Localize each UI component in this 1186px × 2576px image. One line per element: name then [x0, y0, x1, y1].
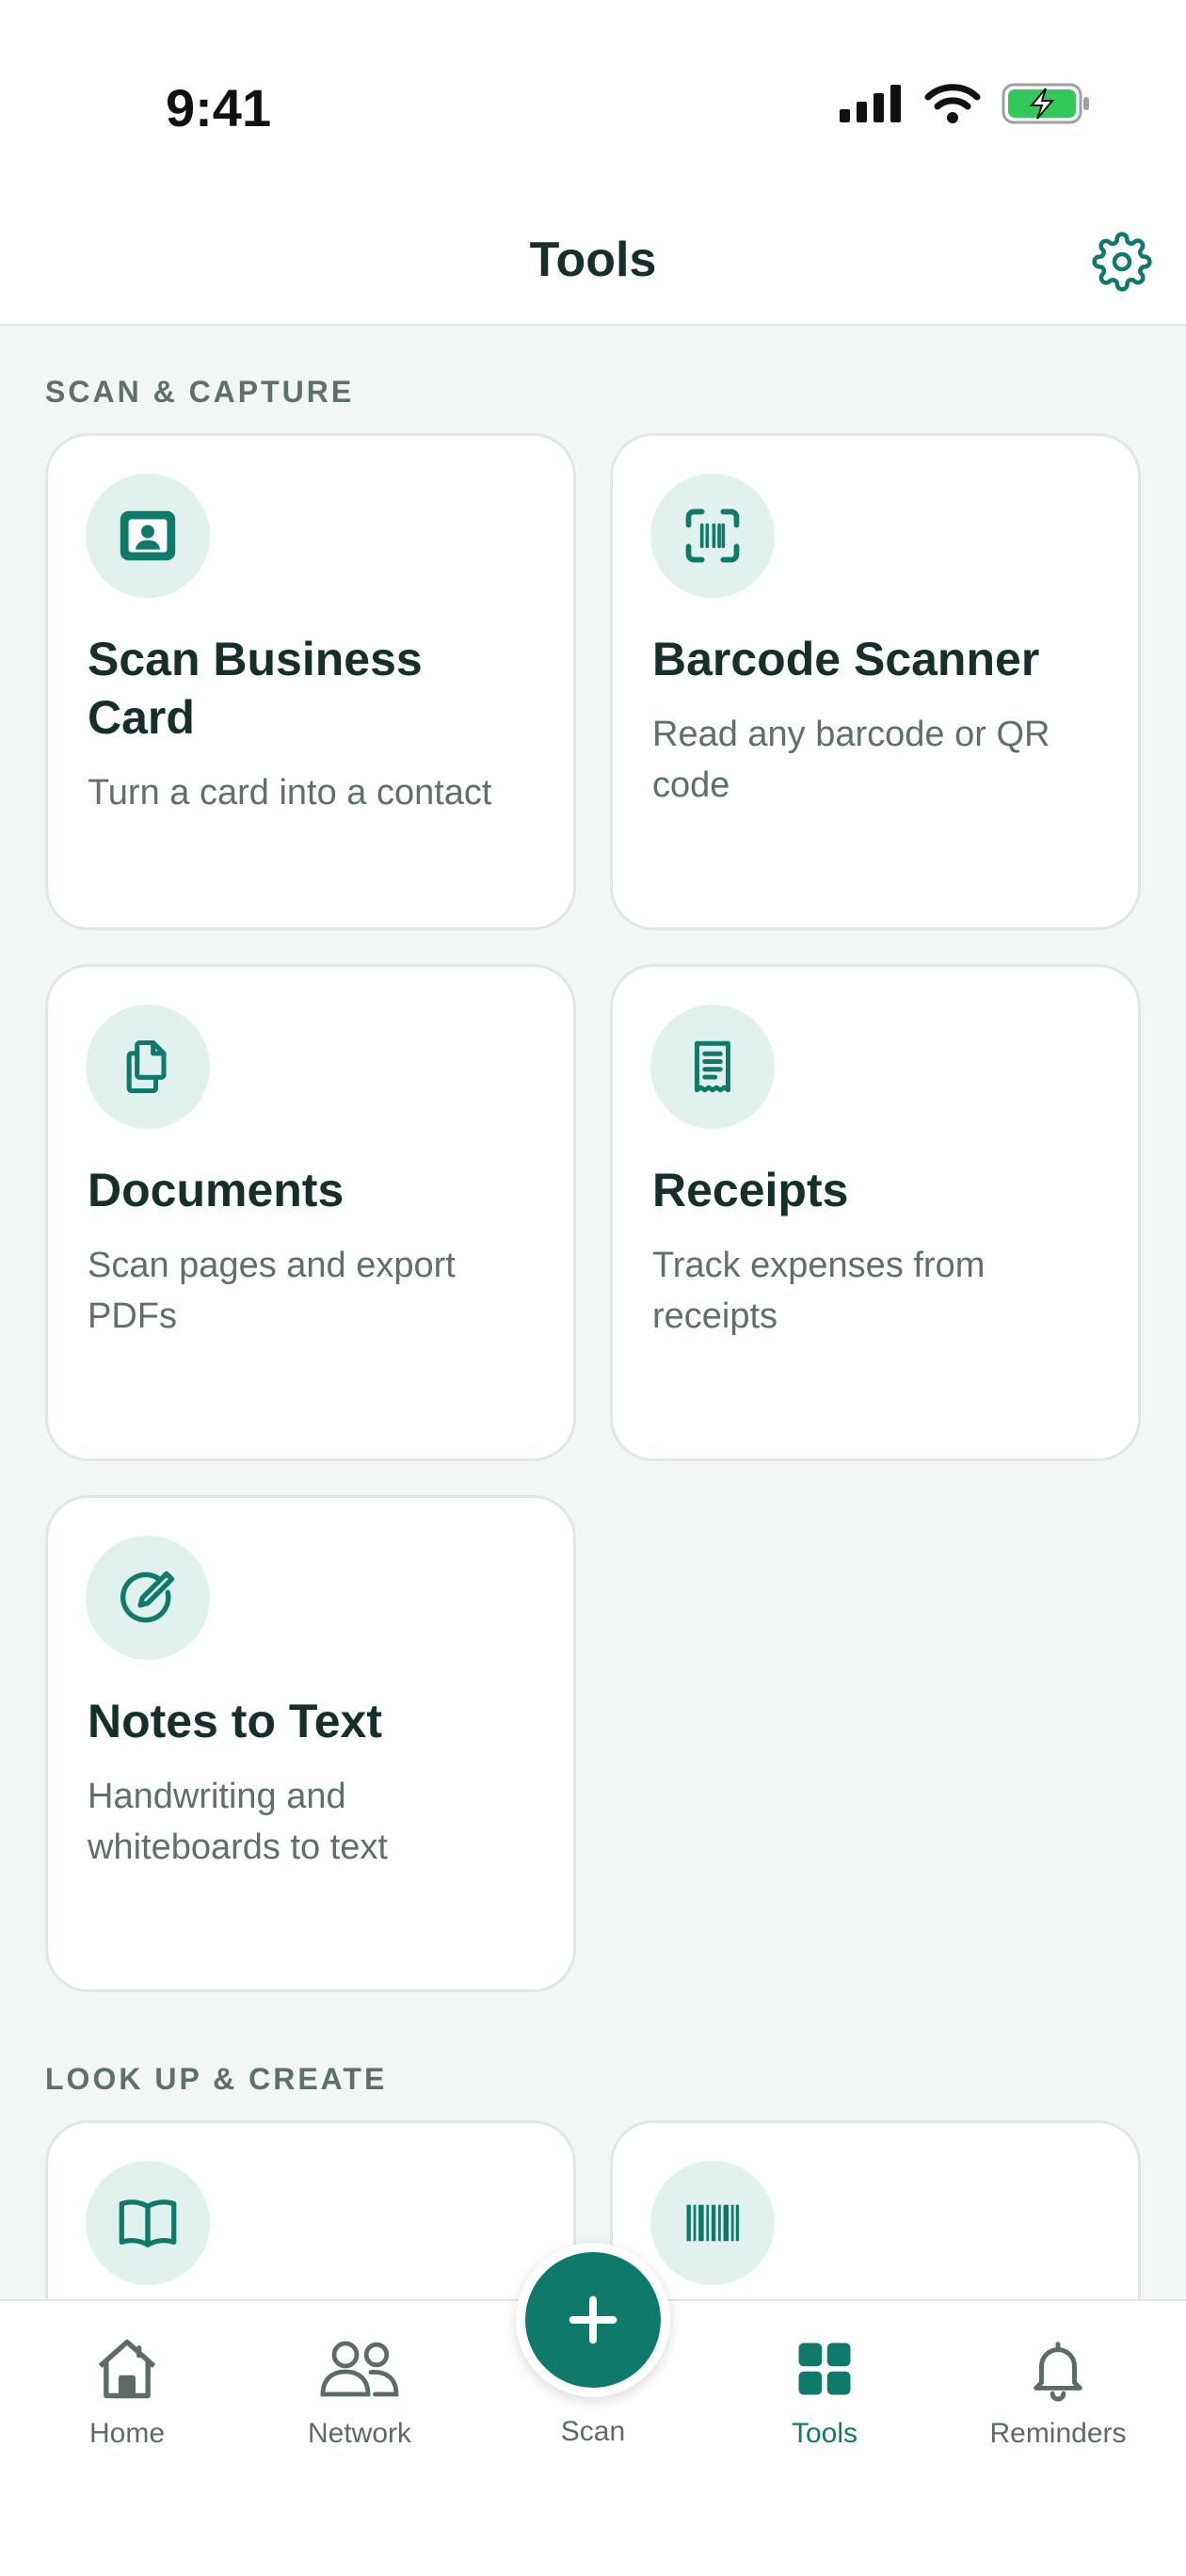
card-title: Notes to Text [88, 1695, 382, 1747]
card-description: Scan pages and export PDFs [88, 1246, 456, 1336]
card-title: Barcode Scanner [652, 633, 1040, 685]
status-icons [840, 83, 1092, 124]
card-icon-circle [86, 1536, 210, 1660]
tab-network[interactable]: Network [256, 2331, 463, 2450]
tab-tools[interactable]: Tools [721, 2331, 928, 2450]
barcode-scan-icon [685, 508, 740, 563]
nav-header: Tools [0, 198, 1186, 326]
card-description: Read any barcode or QR code [652, 715, 1050, 805]
tab-home[interactable]: Home [24, 2331, 231, 2450]
card-icon-circle [86, 474, 210, 598]
card-title: Receipts [652, 1164, 849, 1216]
section-label-scan-capture: SCAN & CAPTURE [45, 375, 355, 409]
scan-fab-button[interactable] [516, 2243, 670, 2397]
card-icon-circle [86, 1005, 210, 1129]
card-title: Scan Business Card [88, 633, 423, 744]
card-icon-circle [650, 1005, 775, 1129]
grid-icon [798, 2343, 851, 2395]
tab-reminders[interactable]: Reminders [954, 2331, 1162, 2450]
section-label-look-up-create: LOOK UP & CREATE [45, 2062, 388, 2096]
card-description: Handwriting and whiteboards to text [88, 1777, 388, 1867]
tab-label: Network [307, 2418, 412, 2449]
page-title: Tools [529, 233, 657, 287]
card-barcode-scanner[interactable]: Barcode Scanner Read any barcode or QR c… [610, 433, 1141, 930]
pen-circle-icon [120, 1570, 175, 1623]
tab-label: Tools [791, 2418, 858, 2449]
cellular-signal-icon [840, 85, 901, 122]
card-scan-business-card[interactable]: Scan Business Card Turn a card into a co… [45, 433, 576, 930]
people-icon [320, 2341, 399, 2397]
documents-icon [126, 1039, 167, 1094]
settings-button[interactable] [1086, 226, 1158, 298]
home-icon [98, 2339, 156, 2399]
battery-charging-icon [1002, 83, 1089, 124]
book-icon [119, 2199, 177, 2247]
gear-icon [1092, 232, 1152, 292]
tab-label: Reminders [989, 2418, 1127, 2449]
bell-icon [1034, 2342, 1082, 2402]
card-icon-circle [86, 2161, 210, 2285]
card-icon-circle [650, 474, 775, 598]
card-title: Documents [88, 1164, 345, 1216]
card-receipts[interactable]: Receipts Track expenses from receipts [610, 964, 1141, 1461]
tab-label: Home [88, 2418, 166, 2449]
card-notes-to-text[interactable]: Notes to Text Handwriting and whiteboard… [45, 1495, 576, 1992]
wifi-icon [924, 84, 981, 123]
receipt-icon [695, 1040, 730, 1093]
card-description: Track expenses from receipts [652, 1246, 986, 1336]
card-documents[interactable]: Documents Scan pages and export PDFs [45, 964, 576, 1461]
status-time: 9:41 [166, 78, 272, 137]
tab-scan-label[interactable]: Scan [516, 2416, 670, 2448]
contact-card-icon [120, 510, 176, 561]
status-bar: 9:41 [0, 0, 1186, 198]
card-icon-circle [650, 2161, 775, 2285]
plus-icon [569, 2295, 617, 2344]
card-description: Turn a card into a contact [88, 773, 492, 813]
barcode-icon [686, 2204, 740, 2242]
